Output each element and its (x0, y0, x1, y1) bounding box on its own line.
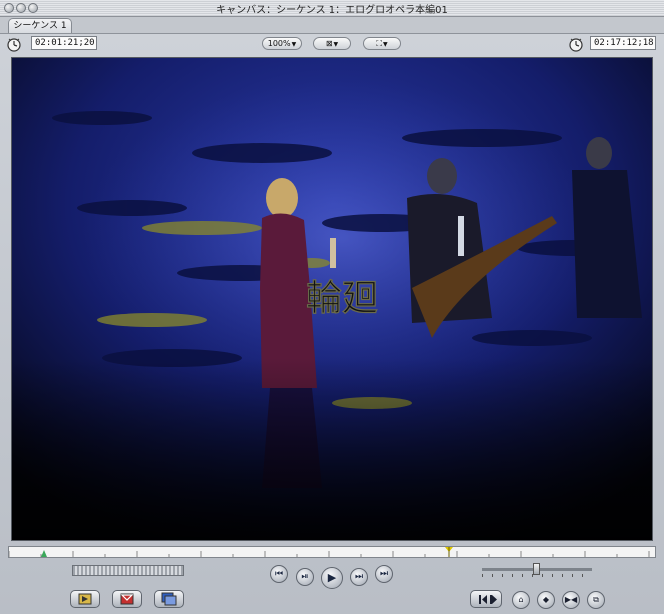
duration-clock-icon (7, 38, 21, 52)
video-caption: 輪廻 (306, 278, 378, 319)
view-menu[interactable]: ⊠▼ (313, 37, 351, 50)
chevron-down-icon: ▼ (382, 41, 388, 48)
video-canvas[interactable]: 輪廻 (11, 57, 653, 541)
duration-timecode[interactable]: 02:01:21;20 (31, 36, 97, 50)
go-to-out-icon[interactable]: ⏭ (375, 565, 393, 583)
title-bar[interactable]: キャンバス：シーケンス 1：エログロオペラ本編01 (0, 0, 664, 17)
control-bar: 02:01:21;20 100%▼ ⊠▼ ⛶▼ 02:17:12;18 (0, 34, 664, 55)
add-marker-icon[interactable]: ⌂ (512, 591, 530, 609)
tab-row: シーケンス 1 (0, 17, 664, 34)
zoom-menu[interactable]: 100%▼ (262, 37, 302, 50)
play-icon[interactable]: ▶ (321, 567, 343, 589)
play-in-to-out-icon[interactable]: ⏯ (296, 568, 314, 586)
insert-edit-icon (78, 593, 92, 605)
window-title: キャンバス：シーケンス 1：エログロオペラ本編01 (216, 5, 448, 16)
chevron-down-icon: ▼ (333, 41, 339, 48)
view-mode-icon: ⊠ (325, 39, 333, 48)
play-around-icon[interactable]: ⏭ (350, 568, 368, 586)
previous-edit-icon (479, 595, 497, 604)
scrubber-bar[interactable] (8, 546, 656, 558)
stage-frame-image: 輪廻 (12, 58, 652, 540)
shuttle-knob[interactable] (533, 563, 540, 575)
match-frame-icon[interactable]: ⧉ (587, 591, 605, 609)
canvas-window: キャンバス：シーケンス 1：エログロオペラ本編01 シーケンス 1 02:01:… (0, 0, 664, 614)
mark-clip-icon[interactable]: ▶◀ (562, 591, 580, 609)
jog-control[interactable] (72, 565, 184, 576)
overwrite-edit-icon (120, 593, 134, 605)
go-to-in-icon[interactable]: ⏮ (270, 565, 288, 583)
scrubber-ticks (9, 547, 650, 557)
overlay-icon: ⛶ (376, 39, 382, 48)
insert-edit-button[interactable] (70, 590, 100, 608)
add-keyframe-icon[interactable]: ◆ (537, 591, 555, 609)
in-point-marker (41, 550, 47, 557)
current-timecode[interactable]: 02:17:12;18 (590, 36, 656, 50)
replace-edit-button[interactable] (154, 590, 184, 608)
previous-edit-button[interactable] (470, 590, 502, 608)
replace-edit-icon (161, 592, 177, 606)
overwrite-edit-button[interactable] (112, 590, 142, 608)
tab-sequence[interactable]: シーケンス 1 (8, 18, 72, 33)
chevron-down-icon: ▼ (291, 41, 297, 48)
current-clock-icon (569, 38, 583, 52)
overlay-menu[interactable]: ⛶▼ (363, 37, 401, 50)
zoom-label: 100% (267, 39, 291, 48)
